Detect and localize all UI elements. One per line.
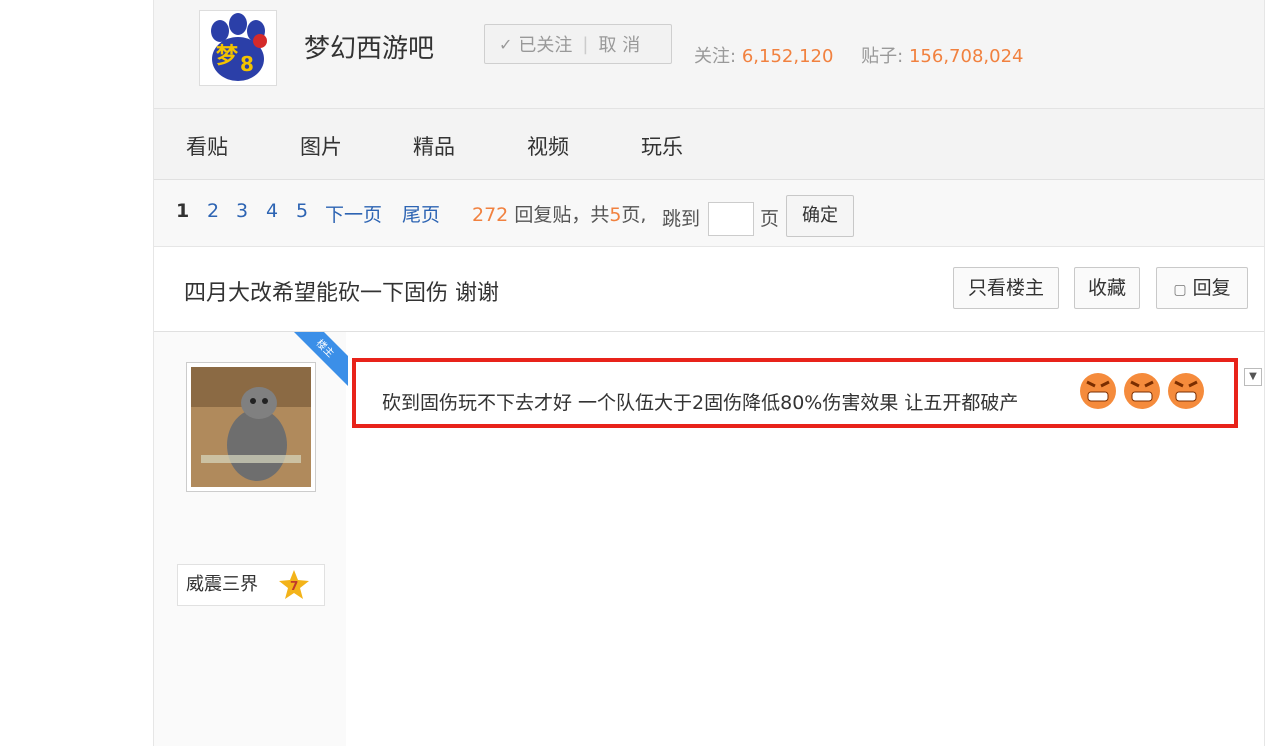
next-page-link[interactable]: 下一页 <box>325 200 382 227</box>
page-suffix: 页 <box>760 208 780 230</box>
svg-text:梦: 梦 <box>216 43 239 69</box>
tab-fun[interactable]: 玩乐 <box>641 131 683 161</box>
page-link[interactable]: 2 <box>207 200 219 222</box>
jump-confirm-button[interactable]: 确定 <box>786 195 854 237</box>
svg-text:8: 8 <box>240 52 254 76</box>
pages-suffix: 页, <box>621 204 647 226</box>
tab-videos[interactable]: 视频 <box>527 131 569 161</box>
page-link-current: 1 <box>176 200 190 222</box>
only-op-button[interactable]: 只看楼主 <box>953 267 1059 309</box>
author-card: 威震三界 7 <box>177 564 325 606</box>
thread-title-bar: 四月大改希望能砍一下固伤 谢谢 只看楼主 收藏 ▢ 回复 <box>154 247 1264 332</box>
tab-images[interactable]: 图片 <box>300 131 342 161</box>
svg-text:7: 7 <box>290 579 298 593</box>
thread-title: 四月大改希望能砍一下固伤 谢谢 <box>184 281 499 306</box>
author-column: 楼主 威震三界 7 <box>154 332 348 746</box>
posts-count-label: 贴子: <box>861 46 904 67</box>
page-link[interactable]: 4 <box>266 200 278 222</box>
jump-label: 跳到 <box>662 208 701 230</box>
check-icon: ✓ <box>499 34 513 54</box>
reply-label: 回复 <box>1192 277 1231 299</box>
unfollow-button[interactable]: 取 消 <box>598 31 640 57</box>
angry-face-icon <box>1168 373 1204 409</box>
angry-face-icon <box>1080 373 1116 409</box>
reply-count: 272 <box>472 204 509 226</box>
angry-face-icon <box>1124 373 1160 409</box>
favorite-button[interactable]: 收藏 <box>1074 267 1140 309</box>
page-link[interactable]: 5 <box>296 200 308 222</box>
avatar[interactable] <box>186 362 316 492</box>
post-content-highlight: 砍到固伤玩不下去才好 一个队伍大于2固伤降低80%伤害效果 让五开都破产 <box>352 358 1238 428</box>
forum-header: 梦 8 梦幻西游吧 ✓ 已关注 | 取 消 关注: 6,152,120 贴子: … <box>154 0 1264 109</box>
posts-count: 156,708,024 <box>908 46 1024 67</box>
followed-label: 已关注 <box>518 35 573 56</box>
post-menu-chevron-down-icon[interactable]: ▼ <box>1244 368 1262 386</box>
follow-toggle[interactable]: ✓ 已关注 | 取 消 <box>484 24 672 64</box>
page-jump-input[interactable] <box>708 202 754 236</box>
last-page-link[interactable]: 尾页 <box>402 200 440 227</box>
forum-stats: 关注: 6,152,120 贴子: 156,708,024 <box>694 42 1023 68</box>
reply-text: 回复贴，共 <box>514 204 610 226</box>
post-floor-1: 楼主 威震三界 7 砍到固伤玩不下去才好 一个队伍大于2固伤降低80%伤害效果 … <box>154 332 1264 746</box>
forum-logo[interactable]: 梦 8 <box>199 10 277 86</box>
follow-count-label: 关注: <box>694 46 737 67</box>
reply-button[interactable]: ▢ 回复 <box>1156 267 1248 309</box>
page-link[interactable]: 3 <box>236 200 248 222</box>
tab-posts[interactable]: 看贴 <box>186 131 228 161</box>
level-star-icon: 7 <box>279 570 309 599</box>
forum-name[interactable]: 梦幻西游吧 <box>304 28 434 65</box>
page-container: 梦 8 梦幻西游吧 ✓ 已关注 | 取 消 关注: 6,152,120 贴子: … <box>153 0 1265 746</box>
forum-nav: 看贴 图片 精品 视频 玩乐 <box>154 109 1264 180</box>
post-content: 砍到固伤玩不下去才好 一个队伍大于2固伤降低80%伤害效果 让五开都破产 <box>382 392 1019 414</box>
comment-icon: ▢ <box>1173 282 1187 298</box>
reply-info: 272 回复贴，共5页, <box>472 200 646 227</box>
tab-featured[interactable]: 精品 <box>413 131 455 161</box>
total-pages: 5 <box>609 204 622 226</box>
follow-count: 6,152,120 <box>741 46 834 67</box>
divider: | <box>582 33 589 55</box>
pagination: 1 2 3 4 5 下一页 尾页 272 回复贴，共5页, 跳到 页 确定 <box>154 180 1264 247</box>
author-name[interactable]: 威震三界 <box>186 574 258 595</box>
